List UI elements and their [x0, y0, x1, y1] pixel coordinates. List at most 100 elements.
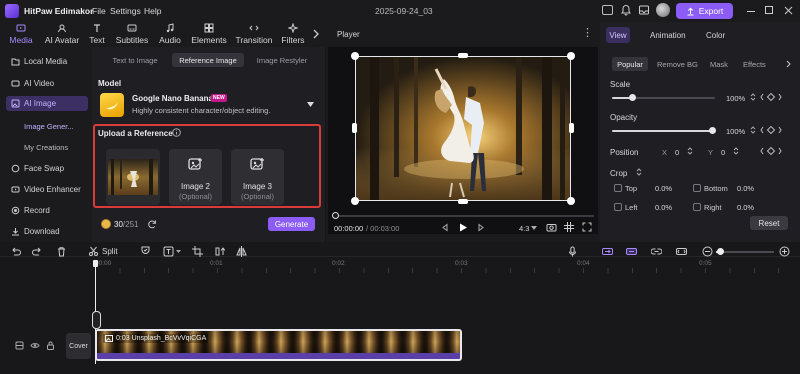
split-label[interactable]: Split: [102, 247, 118, 256]
crop-tool-icon[interactable]: [192, 246, 203, 257]
playhead-bracket[interactable]: [92, 311, 101, 329]
resize-handle[interactable]: [458, 199, 468, 204]
tab-reference-image[interactable]: Reference Image: [172, 53, 244, 67]
sidebar-item-face-swap[interactable]: Face Swap: [6, 161, 88, 176]
tab-image-restyler[interactable]: Image Restyler: [246, 53, 318, 67]
menu-file[interactable]: File: [92, 6, 106, 16]
sidebar-item-record[interactable]: Record: [6, 203, 88, 218]
track-visibility-icon[interactable]: [30, 341, 40, 350]
nav-audio[interactable]: Audio: [156, 22, 184, 47]
track-lock-icon[interactable]: [46, 341, 55, 350]
reference-image-slot-1[interactable]: [106, 149, 160, 205]
sidebar-sub-image-generator[interactable]: Image Gener...: [24, 122, 74, 131]
opacity-value[interactable]: 100%: [726, 127, 745, 136]
crop-top-value[interactable]: 0.0%: [655, 184, 672, 193]
resize-handle[interactable]: [567, 197, 575, 205]
playhead-handle[interactable]: [93, 260, 98, 267]
reference-image-slot-3[interactable]: Image 3 (Optional): [231, 149, 284, 205]
crop-stepper-icon[interactable]: [636, 167, 642, 177]
fit-icon[interactable]: [676, 246, 687, 257]
sidebar-item-download[interactable]: Download: [6, 224, 88, 239]
playback-progress[interactable]: [334, 215, 594, 217]
maximize-icon[interactable]: [765, 6, 773, 14]
player-more-icon[interactable]: ⋮: [582, 26, 593, 39]
nav-text[interactable]: Text: [86, 22, 108, 47]
auto-sync-icon[interactable]: [602, 246, 613, 257]
resize-handle[interactable]: [567, 52, 575, 60]
zoom-out-icon[interactable]: [702, 246, 713, 257]
track-layer-icon[interactable]: [15, 341, 24, 350]
redo-icon[interactable]: [32, 246, 43, 257]
menu-help[interactable]: Help: [144, 6, 161, 16]
nav-subtitles[interactable]: Subtitles: [113, 22, 151, 47]
undo-icon[interactable]: [10, 246, 21, 257]
nav-ai-avatar[interactable]: AI Avatar: [42, 22, 82, 47]
chevron-right-icon[interactable]: [786, 60, 792, 68]
pos-y-stepper-icon[interactable]: [733, 146, 739, 156]
delete-icon[interactable]: [56, 246, 67, 257]
ratio-dropdown-icon[interactable]: [531, 226, 537, 230]
scale-keyframe-icon[interactable]: [760, 93, 782, 101]
avatar[interactable]: [656, 3, 670, 17]
subtab-remove-bg[interactable]: Remove BG: [657, 60, 698, 69]
rotate-icon[interactable]: [214, 246, 225, 257]
timeline-clip[interactable]: 0:03 Unsplash_BcVvVqiCGA: [95, 329, 462, 361]
subtab-mask[interactable]: Mask: [710, 60, 728, 69]
snap-icon[interactable]: [626, 246, 637, 257]
zoom-in-icon[interactable]: [779, 246, 790, 257]
sidebar-item-local-media[interactable]: Local Media: [6, 54, 88, 69]
menu-settings[interactable]: Settings: [110, 6, 141, 16]
text-tool-dropdown-icon[interactable]: [176, 250, 181, 253]
minimize-icon[interactable]: [747, 11, 755, 12]
sidebar-sub-my-creations[interactable]: My Creations: [24, 143, 68, 152]
inbox-icon[interactable]: [638, 4, 650, 16]
sidebar-item-video-enhancer[interactable]: Video Enhancer: [6, 182, 88, 197]
close-icon[interactable]: [784, 6, 793, 15]
cover-button[interactable]: Cover: [66, 333, 91, 359]
prev-frame-icon[interactable]: [440, 223, 449, 232]
pos-x-stepper-icon[interactable]: [687, 146, 693, 156]
resize-handle[interactable]: [351, 52, 359, 60]
nav-transition[interactable]: Transition: [234, 22, 274, 47]
pos-y-value[interactable]: 0: [721, 148, 725, 157]
scale-slider-knob[interactable]: [629, 94, 636, 101]
next-frame-icon[interactable]: [477, 223, 486, 232]
opacity-stepper-icon[interactable]: [750, 125, 756, 135]
subtab-popular[interactable]: Popular: [612, 57, 648, 71]
grid-icon[interactable]: [564, 222, 574, 232]
crop-left-checkbox[interactable]: [614, 203, 622, 211]
reference-image-slot-2[interactable]: Image 2 (Optional): [169, 149, 222, 205]
mirror-icon[interactable]: [236, 246, 247, 257]
nav-filters[interactable]: Filters: [279, 22, 307, 47]
opacity-slider-knob[interactable]: [709, 127, 716, 134]
text-tool-icon[interactable]: [163, 246, 174, 257]
generate-button[interactable]: Generate: [268, 217, 315, 231]
resize-handle[interactable]: [351, 197, 359, 205]
nav-media[interactable]: Media: [6, 22, 36, 47]
reset-button[interactable]: Reset: [750, 216, 788, 230]
export-button[interactable]: Export: [676, 3, 733, 19]
resize-handle[interactable]: [569, 123, 574, 133]
crop-bottom-field[interactable]: Bottom: [693, 182, 728, 194]
tab-text-to-image[interactable]: Text to Image: [100, 53, 170, 67]
freeze-icon[interactable]: [140, 246, 151, 257]
crop-right-checkbox[interactable]: [693, 203, 701, 211]
opacity-keyframe-icon[interactable]: [760, 126, 782, 134]
bell-icon[interactable]: [620, 4, 632, 16]
nav-elements[interactable]: Elements: [190, 22, 228, 47]
preview-frame[interactable]: [355, 56, 571, 201]
scale-stepper-icon[interactable]: [750, 92, 756, 102]
tab-color[interactable]: Color: [706, 31, 725, 40]
position-keyframe-icon[interactable]: [760, 147, 782, 155]
playhead-knob[interactable]: [332, 212, 339, 219]
zoom-slider-knob[interactable]: [717, 248, 724, 255]
chevron-right-icon[interactable]: [312, 28, 320, 40]
window-icon[interactable]: [602, 5, 613, 15]
crop-top-checkbox[interactable]: [614, 184, 622, 192]
split-icon[interactable]: [88, 246, 99, 257]
snapshot-icon[interactable]: [546, 222, 557, 232]
crop-left-field[interactable]: Left: [614, 201, 638, 213]
scale-value[interactable]: 100%: [726, 94, 745, 103]
subtab-effects[interactable]: Effects: [743, 60, 766, 69]
play-icon[interactable]: [458, 222, 468, 233]
